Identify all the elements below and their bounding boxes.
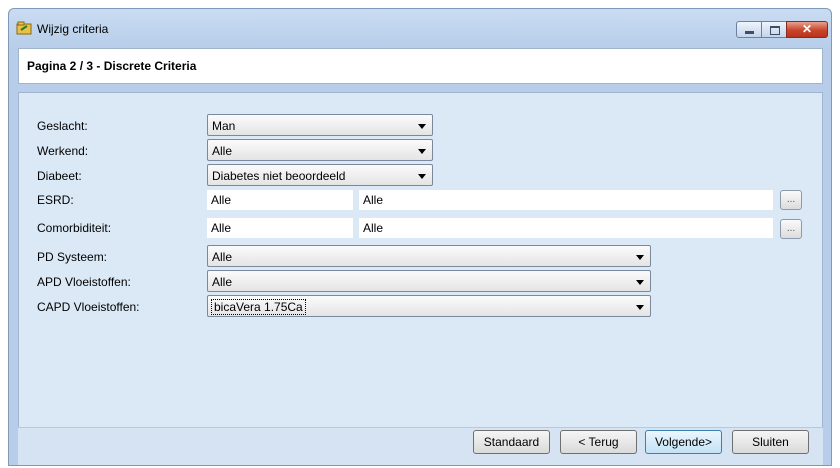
diabeet-value: Diabetes niet beoordeeld	[212, 169, 346, 183]
pd-systeem-label: PD Systeem:	[37, 250, 108, 264]
pd-systeem-value: Alle	[212, 250, 233, 264]
pd-systeem-select[interactable]: Alle	[207, 245, 651, 267]
chevron-down-icon	[418, 124, 426, 129]
apd-vloeistoffen-value: Alle	[212, 275, 233, 289]
geslacht-select[interactable]: Man	[207, 114, 433, 136]
app-icon	[16, 21, 32, 35]
geslacht-label: Geslacht:	[37, 119, 88, 133]
comorbiditeit-field-1[interactable]: Alle	[207, 218, 353, 238]
next-button[interactable]: Volgende>	[645, 430, 722, 454]
apd-vloeistoffen-label: APD Vloeistoffen:	[37, 275, 131, 289]
comorbiditeit-value-2: Alle	[363, 221, 384, 235]
comorbiditeit-browse-button[interactable]: ...	[780, 219, 802, 239]
standaard-button[interactable]: Standaard	[473, 430, 550, 454]
werkend-value: Alle	[212, 144, 233, 158]
apd-vloeistoffen-select[interactable]: Alle	[207, 270, 651, 292]
esrd-value-2: Alle	[363, 193, 384, 207]
esrd-value-1: Alle	[211, 193, 232, 207]
esrd-label: ESRD:	[37, 193, 74, 207]
werkend-select[interactable]: Alle	[207, 139, 433, 161]
maximize-button[interactable]	[761, 21, 787, 38]
capd-vloeistoffen-value: bicaVera 1.75Ca	[211, 299, 306, 315]
close-icon: ✕	[801, 22, 813, 36]
dialog-window: Wijzig criteria ✕ Pagina 2 / 3 - Discret…	[8, 8, 832, 466]
criteria-panel: Geslacht: Man Werkend: Alle Diabeet: Dia…	[18, 92, 823, 428]
comorbiditeit-value-1: Alle	[211, 221, 232, 235]
page-header: Pagina 2 / 3 - Discrete Criteria	[18, 48, 823, 84]
minimize-icon	[745, 31, 754, 34]
chevron-down-icon	[418, 149, 426, 154]
comorbiditeit-label: Comorbiditeit:	[37, 221, 112, 235]
esrd-field-2[interactable]: Alle	[359, 190, 773, 210]
close-dialog-button[interactable]: Sluiten	[732, 430, 809, 454]
chevron-down-icon	[418, 174, 426, 179]
esrd-browse-button[interactable]: ...	[780, 190, 802, 210]
minimize-button[interactable]	[736, 21, 762, 38]
diabeet-select[interactable]: Diabetes niet beoordeeld	[207, 164, 433, 186]
page-title: Pagina 2 / 3 - Discrete Criteria	[27, 59, 197, 73]
chevron-down-icon	[636, 305, 644, 310]
diabeet-label: Diabeet:	[37, 169, 82, 183]
esrd-field-1[interactable]: Alle	[207, 190, 353, 210]
geslacht-value: Man	[212, 119, 236, 133]
title-bar[interactable]: Wijzig criteria ✕	[9, 9, 831, 43]
close-button[interactable]: ✕	[786, 21, 828, 38]
werkend-label: Werkend:	[37, 144, 89, 158]
chevron-down-icon	[636, 255, 644, 260]
capd-vloeistoffen-label: CAPD Vloeistoffen:	[37, 300, 140, 314]
chevron-down-icon	[636, 280, 644, 285]
maximize-icon	[770, 26, 780, 35]
back-button[interactable]: < Terug	[560, 430, 637, 454]
window-title: Wijzig criteria	[37, 22, 109, 36]
capd-vloeistoffen-select[interactable]: bicaVera 1.75Ca	[207, 295, 651, 317]
comorbiditeit-field-2[interactable]: Alle	[359, 218, 773, 238]
